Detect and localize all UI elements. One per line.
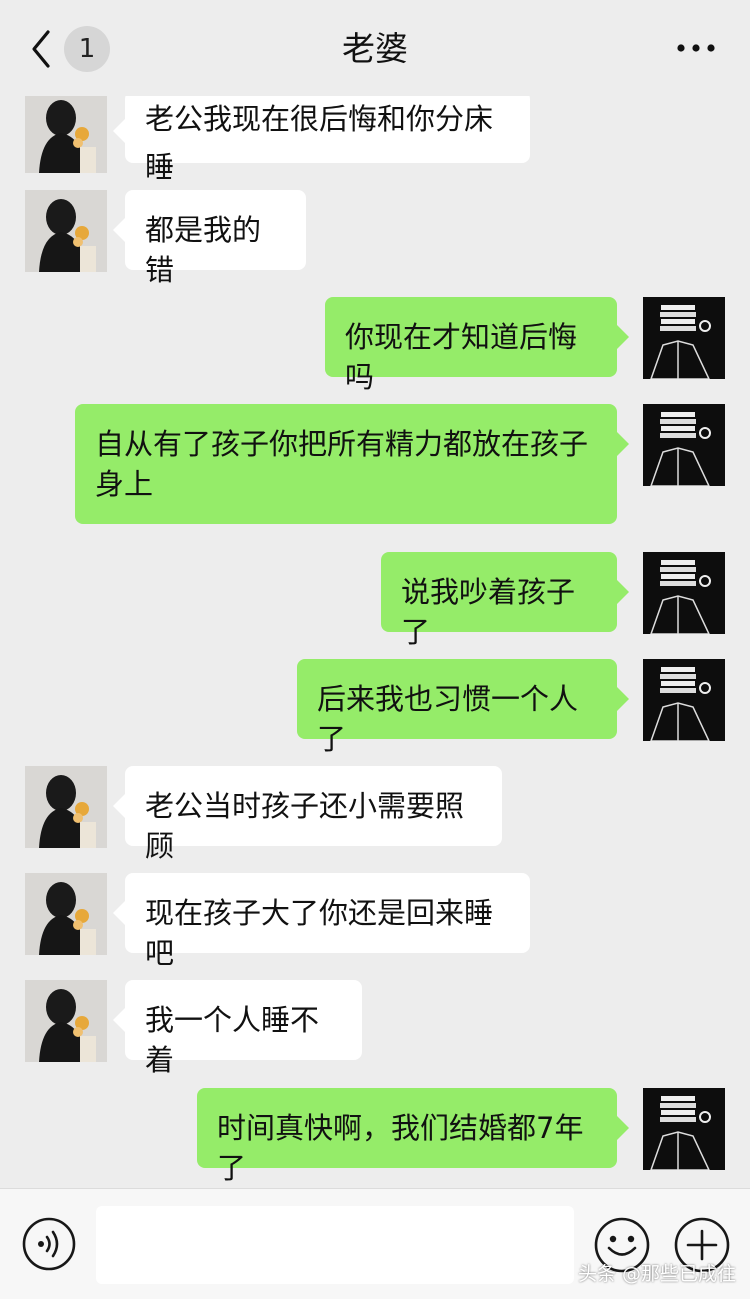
message-bubble[interactable]: 你现在才知道后悔吗 [325,297,629,394]
chat-title: 老婆 [342,29,408,68]
message-bubble[interactable]: 老公我现在很后悔和你分床睡 [113,96,530,184]
contact-avatar[interactable] [25,766,107,848]
message-bubble[interactable]: 自从有了孩子你把所有精力都放在孩子身上 [75,404,629,524]
message-bubble[interactable]: 说我吵着孩子了 [381,552,629,649]
voice-button[interactable] [22,1217,76,1271]
message-input[interactable] [96,1206,574,1284]
message-bubble[interactable]: 时间真快啊，我们结婚都7年了 [197,1088,629,1185]
contact-avatar[interactable] [25,980,107,1062]
my-avatar[interactable] [643,659,725,741]
more-dots-icon [677,44,715,52]
more-button[interactable] [676,38,716,58]
my-avatar[interactable] [643,552,725,634]
message-list[interactable]: 老公我现在很后悔和你分床睡 都是我的错 你现在才知道后悔吗 自从有了孩子你把所有… [0,96,750,1188]
my-avatar[interactable] [643,404,725,486]
my-avatar[interactable] [643,297,725,379]
input-bar: 头条 @那些已成往 [0,1188,750,1299]
message-bubble[interactable]: 后来我也习惯一个人了 [297,659,629,756]
watermark: 头条 @那些已成往 [577,1263,736,1285]
message-bubble[interactable]: 老公当时孩子还小需要照顾 [113,766,502,863]
contact-avatar[interactable] [25,96,107,173]
message-bubble[interactable]: 现在孩子大了你还是回来睡吧 [113,873,530,970]
chat-header: 1 老婆 [0,0,750,96]
my-avatar[interactable] [643,1088,725,1170]
contact-avatar[interactable] [25,873,107,955]
message-bubble[interactable]: 我一个人睡不着 [113,980,362,1077]
voice-icon [22,1217,76,1271]
contact-avatar[interactable] [25,190,107,272]
message-bubble[interactable]: 都是我的错 [113,190,306,287]
